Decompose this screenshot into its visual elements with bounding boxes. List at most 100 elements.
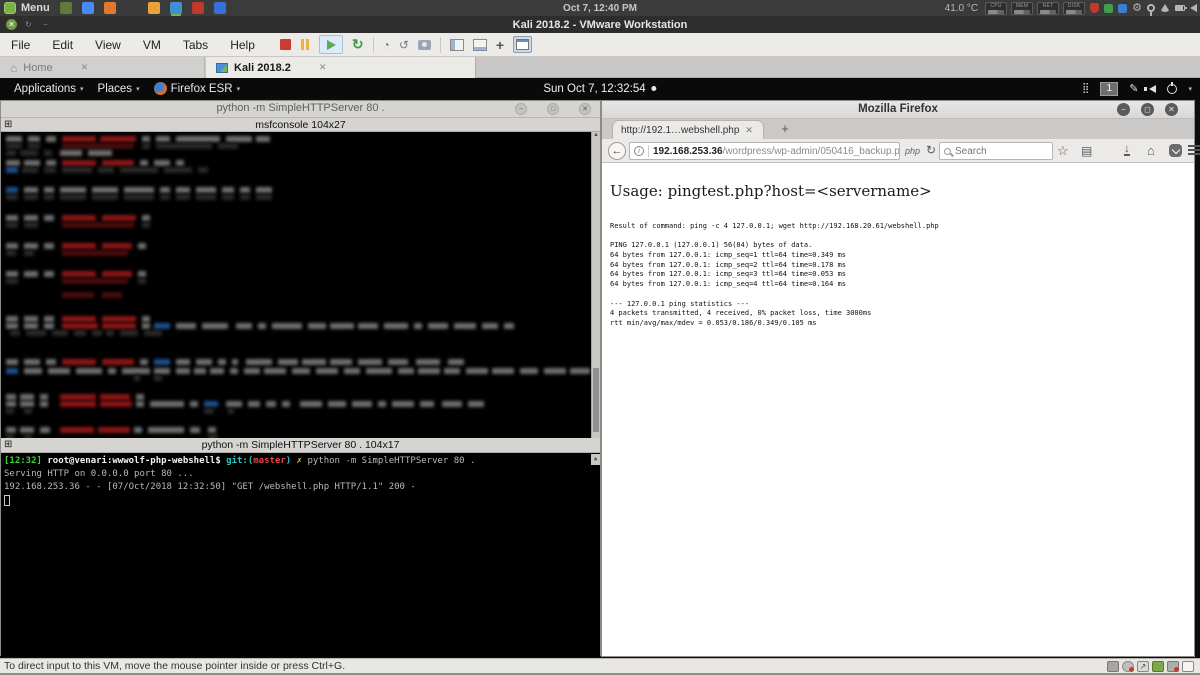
media-player-icon[interactable] bbox=[170, 2, 182, 14]
downloads-icon[interactable]: ↓ bbox=[1124, 143, 1130, 156]
browser-orange-icon[interactable] bbox=[104, 2, 116, 14]
bluetooth-icon[interactable] bbox=[1118, 4, 1127, 13]
menu-edit[interactable]: Edit bbox=[41, 38, 84, 52]
monitor-cpu-widget[interactable]: CPU bbox=[985, 2, 1007, 15]
vmware-statusbar: To direct input to this VM, move the mou… bbox=[0, 658, 1200, 675]
sound-device-icon[interactable] bbox=[1167, 661, 1179, 672]
pocket-icon[interactable] bbox=[1169, 144, 1182, 157]
fullscreen-icon[interactable]: + bbox=[496, 37, 504, 53]
volume-icon[interactable] bbox=[1149, 85, 1156, 93]
network-adapter-icon[interactable]: ↗ bbox=[1137, 661, 1149, 672]
hard-disk-icon[interactable] bbox=[1107, 661, 1119, 672]
back-button[interactable]: ← bbox=[608, 142, 626, 160]
pause-icon[interactable] bbox=[300, 39, 310, 50]
bookmark-star-icon[interactable]: ☆ bbox=[1057, 143, 1069, 159]
minimize-button[interactable]: − bbox=[515, 103, 527, 115]
location-icon[interactable] bbox=[1147, 4, 1155, 12]
red-app-icon[interactable] bbox=[192, 2, 204, 14]
menu-tabs[interactable]: Tabs bbox=[172, 38, 219, 52]
firefox-window: Mozilla Firefox − ◻ ✕ http://192.1…websh… bbox=[601, 100, 1195, 657]
wifi-icon[interactable] bbox=[1160, 4, 1170, 12]
scrollbar-thumb[interactable] bbox=[593, 368, 599, 432]
update-manager-icon[interactable]: ⚙ bbox=[1132, 3, 1142, 14]
window-minimize-button[interactable]: − bbox=[40, 19, 51, 30]
sync-icon[interactable] bbox=[1104, 4, 1113, 13]
terminal-pane-header-httpserver[interactable]: ⊞ python -m SimpleHTTPServer 80 . 104x17 bbox=[1, 438, 600, 453]
scroll-up-icon[interactable]: ▲ bbox=[591, 454, 600, 465]
thumbnail-bar-icon[interactable] bbox=[473, 39, 487, 51]
search-input[interactable] bbox=[955, 146, 1035, 157]
firefox-app-menu[interactable]: Firefox ESR ▾ bbox=[154, 82, 241, 95]
home-icon[interactable]: ⌂ bbox=[1147, 143, 1155, 158]
snapshot-revert-icon[interactable]: ↺ bbox=[399, 38, 409, 52]
files-icon[interactable] bbox=[60, 2, 72, 14]
new-tab-button[interactable]: + bbox=[774, 121, 796, 136]
terminal-pane-header-msfconsole[interactable]: ⊞ msfconsole 104x27 bbox=[1, 118, 600, 132]
firefox-titlebar[interactable]: Mozilla Firefox − ◻ ✕ bbox=[602, 101, 1194, 119]
firewall-icon[interactable] bbox=[1090, 3, 1099, 13]
ink-drop-icon[interactable] bbox=[126, 2, 138, 14]
monitor-mem-widget[interactable]: MEM bbox=[1011, 2, 1033, 15]
scrollbar[interactable]: ▲ bbox=[591, 132, 600, 438]
host-menu-button[interactable]: Menu bbox=[21, 2, 50, 14]
play-icon[interactable] bbox=[319, 35, 343, 54]
window-close-button[interactable]: ✕ bbox=[6, 19, 17, 30]
redacted-line bbox=[4, 194, 590, 201]
menu-view[interactable]: View bbox=[84, 38, 132, 52]
snapshot-take-icon[interactable]: ◔ bbox=[383, 38, 390, 52]
snapshot-manager-icon[interactable] bbox=[418, 40, 431, 50]
close-button[interactable]: ✕ bbox=[1165, 103, 1178, 116]
vmware-titlebar[interactable]: ✕ ↻ − Kali 2018.2 - VMware Workstation bbox=[0, 16, 1200, 33]
library-icon[interactable]: ▤ bbox=[1081, 144, 1092, 158]
tab-kali[interactable]: Kali 2018.2 ✕ bbox=[206, 57, 476, 78]
close-tab-icon[interactable]: ✕ bbox=[745, 125, 753, 136]
blue-app-icon[interactable] bbox=[214, 2, 226, 14]
search-bar[interactable] bbox=[939, 142, 1053, 160]
mint-menu-icon[interactable] bbox=[4, 2, 16, 14]
power-icon[interactable] bbox=[1167, 84, 1177, 94]
monitor-net-widget[interactable]: NET bbox=[1037, 2, 1059, 15]
reload-icon[interactable]: ↻ bbox=[926, 143, 936, 157]
pen-icon[interactable]: ✎ bbox=[1129, 82, 1138, 95]
menu-file[interactable]: File bbox=[0, 38, 41, 52]
menu-hamburger-icon[interactable] bbox=[1188, 145, 1200, 157]
minimize-button[interactable]: − bbox=[1117, 103, 1130, 116]
reset-icon[interactable]: ↻ bbox=[352, 36, 364, 53]
message-log-icon[interactable] bbox=[1182, 661, 1194, 672]
applications-menu[interactable]: Applications ▾ bbox=[14, 83, 84, 95]
msfconsole-pane[interactable]: ▲ bbox=[1, 132, 600, 438]
tab-home[interactable]: ⌂ Home ✕ bbox=[0, 57, 205, 78]
chrome-icon[interactable] bbox=[82, 2, 94, 14]
maximize-button[interactable]: □ bbox=[547, 103, 559, 115]
url-bar[interactable]: i 192.168.253.36/wordpress/wp-admin/0504… bbox=[629, 142, 900, 160]
terminal-titlebar[interactable]: python -m SimpleHTTPServer 80 . − □ ✕ bbox=[1, 101, 600, 118]
info-icon[interactable]: i bbox=[634, 146, 644, 156]
window-shade-button[interactable]: ↻ bbox=[23, 19, 34, 30]
maximize-button[interactable]: ◻ bbox=[1141, 103, 1154, 116]
power-off-icon[interactable] bbox=[280, 39, 291, 50]
grid-layout-icon[interactable]: ⊞ bbox=[4, 118, 12, 131]
menu-vm[interactable]: VM bbox=[132, 38, 172, 52]
workspace-indicator[interactable]: 1 bbox=[1100, 82, 1118, 96]
usb-device-icon[interactable] bbox=[1152, 661, 1164, 672]
monitor-disk-widget[interactable]: DISK bbox=[1063, 2, 1085, 15]
shell-pane[interactable]: [12:32] root@venari:wwwolf-php-webshell$… bbox=[1, 453, 600, 657]
places-menu[interactable]: Places ▾ bbox=[98, 83, 140, 95]
volume-icon[interactable] bbox=[1190, 4, 1197, 12]
close-tab-icon[interactable]: ✕ bbox=[319, 62, 327, 73]
redacted-line bbox=[4, 394, 590, 401]
cdrom-icon[interactable] bbox=[1122, 661, 1134, 672]
browser-tab[interactable]: http://192.1…webshell.php ✕ bbox=[612, 120, 764, 139]
console-view-icon[interactable] bbox=[513, 36, 532, 53]
finance-icon[interactable] bbox=[148, 2, 160, 14]
close-tab-icon[interactable]: ✕ bbox=[81, 62, 89, 73]
chevron-down-icon[interactable]: ▾ bbox=[1188, 85, 1192, 93]
close-button[interactable]: ✕ bbox=[579, 103, 591, 115]
menu-help[interactable]: Help bbox=[219, 38, 266, 52]
scroll-up-icon[interactable]: ▲ bbox=[593, 132, 599, 138]
library-toggle-icon[interactable] bbox=[450, 39, 464, 51]
grid-layout-icon[interactable]: ⊞ bbox=[4, 438, 12, 451]
host-clock[interactable]: Oct 7, 12:40 PM bbox=[563, 3, 637, 14]
kali-clock[interactable]: Sun Oct 7, 12:32:54 bbox=[543, 83, 656, 95]
panel-grid-icon[interactable]: ⣿ bbox=[1082, 83, 1089, 94]
